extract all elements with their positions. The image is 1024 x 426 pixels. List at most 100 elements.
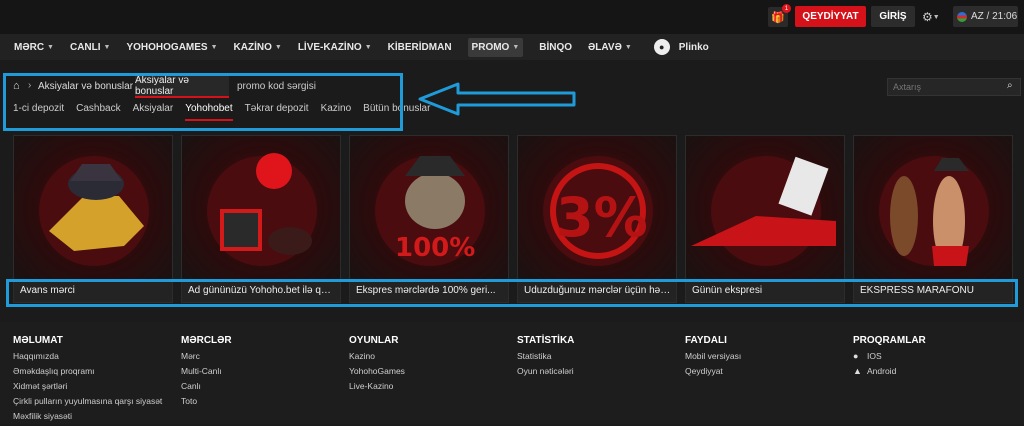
footer-column-bets: MƏRCLƏR Mərc Multi-Canlı Canlı Toto (181, 335, 232, 411)
search-icon[interactable]: ⌕ (1007, 80, 1013, 91)
subtab-casino[interactable]: Kazino (321, 103, 352, 121)
footer-column-info: MƏLUMAT Haqqımızda Əməkdaşlıq proqramı X… (13, 335, 162, 426)
nav-label: LİVE-KAZİNO (297, 41, 362, 53)
chevron-down-icon: ▼ (364, 43, 372, 51)
promo-card[interactable]: EKSPRESS MARAFONU (853, 135, 1013, 303)
percent-icon: 3% (518, 136, 676, 281)
login-button[interactable]: GİRİŞ (871, 6, 915, 27)
arrow-left-icon (418, 82, 576, 116)
footer-link[interactable]: Məxfilik siyasəti (13, 411, 162, 421)
card-title: Ekspres mərclərdə 100% geri... (350, 279, 508, 302)
promo-card[interactable]: Günün ekspresi (685, 135, 845, 303)
footer-column-useful: FAYDALI Mobil versiyası Qeydiyyat (685, 335, 741, 381)
register-button[interactable]: QEYDİYYAT (795, 6, 866, 27)
promo-card[interactable]: 3% Uduzduğunuz mərclər üçün həftəli... (517, 135, 677, 303)
chevron-down-icon: ▼ (274, 43, 282, 51)
nav-item-kiberidman[interactable]: KİBERİDMAN (388, 42, 452, 53)
footer-link[interactable]: Əməkdaşlıq proqramı (13, 366, 162, 376)
footer-link[interactable]: Multi-Canlı (181, 366, 232, 376)
subtab-yohohobet[interactable]: Yohohobet (185, 103, 233, 121)
tab-promotions[interactable]: Aksiyalar və bonuslar (135, 75, 229, 98)
footer-link[interactable]: Haqqımızda (13, 351, 162, 361)
nav-label: KİBERİDMAN (387, 41, 452, 53)
chevron-down-icon: ▼ (624, 43, 632, 51)
nav-label: MƏRC (14, 41, 45, 53)
footer-heading: PROQRAMLAR (853, 335, 926, 346)
footer-link-label: Android (867, 366, 897, 376)
footer-link[interactable]: Xidmət şərtləri (13, 381, 162, 391)
chevron-down-icon: ▼ (512, 43, 520, 51)
nav-label: ƏLAVƏ (588, 41, 622, 53)
nav-item-binqo[interactable]: BİNQO (539, 42, 572, 53)
card-title: EKSPRESS MARAFONU (854, 279, 1012, 302)
footer-link[interactable]: Çirkli pulların yuyulmasına qarşı siyasə… (13, 396, 162, 406)
breadcrumb-current: Aksiyalar və bonuslar (38, 81, 134, 92)
footer-column-apps: PROQRAMLAR ● IOS ▲ Android (853, 335, 926, 381)
chevron-down-icon: ▼ (210, 43, 218, 51)
footer-link[interactable]: Mərc (181, 351, 232, 361)
chevron-down-icon: ▼ (932, 13, 940, 21)
footer-link-android[interactable]: ▲ Android (853, 366, 926, 376)
android-icon: ▲ (853, 366, 862, 376)
chevron-down-icon: ▼ (47, 43, 54, 51)
footer-link[interactable]: Live-Kazino (349, 381, 405, 391)
gift-badge: 1 (782, 4, 791, 13)
promo-card[interactable]: Ad gününüzü Yohoho.bet ilə qeyd... (181, 135, 341, 303)
footer-heading: OYUNLAR (349, 335, 399, 346)
subtab-redeposit[interactable]: Təkrar depozit (245, 103, 309, 121)
chevron-down-icon: ▼ (103, 43, 111, 51)
nav-item-live-kazino[interactable]: LİVE-KAZİNO ▼ (298, 42, 372, 53)
nav-label: BİNQO (539, 41, 573, 53)
footer-heading: MƏRCLƏR (181, 335, 232, 346)
subtab-first-deposit[interactable]: 1-ci depozit (13, 103, 64, 121)
footer-link[interactable]: Qeydiyyat (685, 366, 741, 376)
settings-button[interactable]: ⚙ ▼ (922, 8, 950, 26)
language-time-label: AZ / 21:06 (971, 11, 1018, 22)
card-title: Günün ekspresi (686, 279, 844, 302)
nav-item-yohohogames[interactable]: YOHOHOGAMES ▼ (126, 42, 217, 53)
footer-link[interactable]: Statistika (517, 351, 574, 361)
card-title: Uduzduğunuz mərclər üçün həftəli... (518, 279, 676, 302)
top-bar: 🎁 1 QEYDİYYAT GİRİŞ ⚙ ▼ AZ / 21:06 (0, 0, 1024, 34)
search-input[interactable] (887, 78, 1021, 96)
bonus-category-tabs: 1-ci depozit Cashback Aksiyalar Yohohobe… (13, 103, 430, 121)
svg-text:3%: 3% (556, 186, 648, 249)
footer-link[interactable]: YohohoGames (349, 366, 405, 376)
language-time-selector[interactable]: AZ / 21:06 (953, 6, 1018, 27)
footer-column-games: OYUNLAR Kazino YohohoGames Live-Kazino (349, 335, 405, 396)
footer-heading: MƏLUMAT (13, 335, 63, 346)
footer-link[interactable]: Oyun nəticələri (517, 366, 574, 376)
tab-promo-code[interactable]: promo kod sərgisi (237, 81, 316, 92)
gift-icon: 🎁 (771, 11, 785, 24)
footer-link[interactable]: Kazino (349, 351, 405, 361)
subtab-cashback[interactable]: Cashback (76, 103, 120, 121)
gift-balloon-icon (182, 136, 340, 281)
home-icon[interactable]: ⌂ (13, 80, 20, 92)
svg-text:100%: 100% (395, 233, 475, 263)
nav-label: YOHOHOGAMES (126, 41, 208, 53)
nav-item-elave[interactable]: ƏLAVƏ ▼ (588, 42, 632, 53)
nav-item-canli[interactable]: CANLI ▼ (70, 42, 111, 53)
footer-heading: STATİSTİKA (517, 335, 575, 346)
footer-link[interactable]: Canlı (181, 381, 232, 391)
subtab-promotions[interactable]: Aksiyalar (133, 103, 174, 121)
chevron-right-icon: › (28, 80, 32, 91)
promo-card[interactable]: Avans mərci (13, 135, 173, 303)
footer-link[interactable]: Toto (181, 396, 232, 406)
gift-button[interactable]: 🎁 1 (768, 4, 791, 27)
nav-item-promo[interactable]: PROMO ▼ (467, 37, 524, 57)
train-ticket-icon (686, 136, 844, 281)
card-title: Ad gününüzü Yohoho.bet ilə qeyd... (182, 279, 340, 302)
nav-item-plinko[interactable]: ● Plinko (653, 39, 709, 55)
gear-icon: ⚙ (922, 10, 933, 24)
promo-card[interactable]: 100% Ekspres mərclərdə 100% geri... (349, 135, 509, 303)
footer-link-ios[interactable]: ● IOS (853, 351, 926, 361)
handshake-icon (14, 136, 172, 281)
runners-icon (854, 136, 1012, 281)
nav-label: KAZİNO (233, 41, 272, 53)
nav-item-merc[interactable]: MƏRC ▼ (14, 42, 54, 53)
apple-icon: ● (853, 351, 859, 361)
nav-item-kazino[interactable]: KAZİNO ▼ (234, 42, 282, 53)
card-title: Avans mərci (14, 279, 172, 302)
footer-link[interactable]: Mobil versiyası (685, 351, 741, 361)
